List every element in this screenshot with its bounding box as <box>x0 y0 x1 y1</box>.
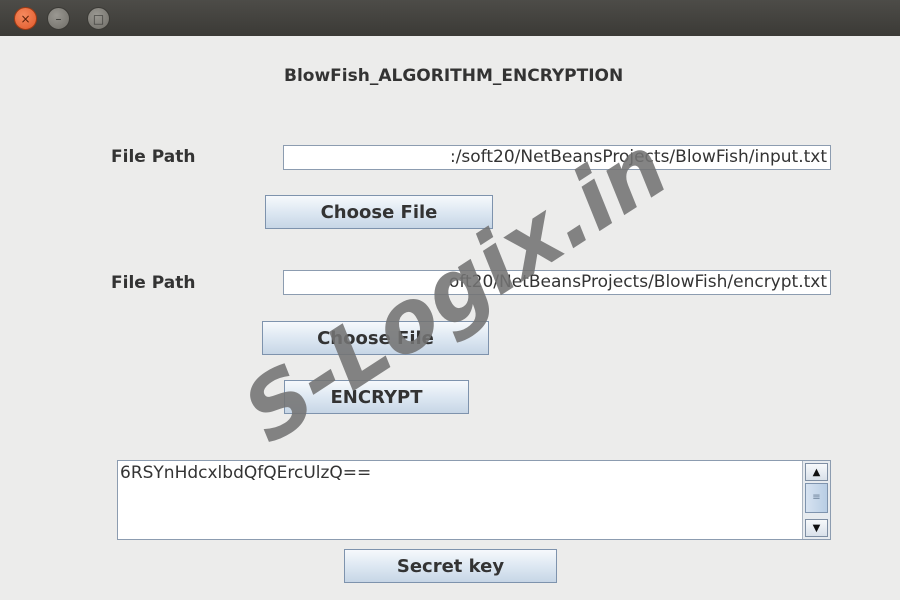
input-file-path-value: :/soft20/NetBeansProjects/BlowFish/input… <box>449 147 827 167</box>
input-file-path-field[interactable]: :/soft20/NetBeansProjects/BlowFish/input… <box>283 145 831 170</box>
encrypted-output-text: 6RSYnHdcxlbdQfQErcUlzQ== <box>120 463 372 483</box>
vertical-scrollbar[interactable]: ▲ ≡ ▼ <box>802 461 830 539</box>
scroll-thumb[interactable]: ≡ <box>805 483 828 513</box>
scroll-up-icon[interactable]: ▲ <box>805 463 828 481</box>
maximize-window-button[interactable]: □ <box>87 7 110 30</box>
choose-output-file-button[interactable]: Choose File <box>262 321 489 355</box>
encrypt-button[interactable]: ENCRYPT <box>284 380 469 414</box>
secret-key-button[interactable]: Secret key <box>344 549 557 583</box>
close-window-button[interactable]: × <box>14 7 37 30</box>
input-file-path-label: File Path <box>111 147 196 167</box>
output-file-path-field[interactable]: oft20/NetBeansProjects/BlowFish/encrypt.… <box>283 270 831 295</box>
minimize-window-button[interactable]: – <box>47 7 70 30</box>
output-file-path-label: File Path <box>111 273 196 293</box>
scroll-down-icon[interactable]: ▼ <box>805 519 828 537</box>
window-titlebar: × – □ <box>0 0 900 36</box>
output-file-path-value: oft20/NetBeansProjects/BlowFish/encrypt.… <box>448 272 827 292</box>
grip-icon: ≡ <box>812 492 821 503</box>
choose-input-file-button[interactable]: Choose File <box>265 195 493 229</box>
result-text-area[interactable]: 6RSYnHdcxlbdQfQErcUlzQ== ▲ ≡ ▼ <box>117 460 831 540</box>
page-title: BlowFish_ALGORITHM_ENCRYPTION <box>284 66 624 86</box>
